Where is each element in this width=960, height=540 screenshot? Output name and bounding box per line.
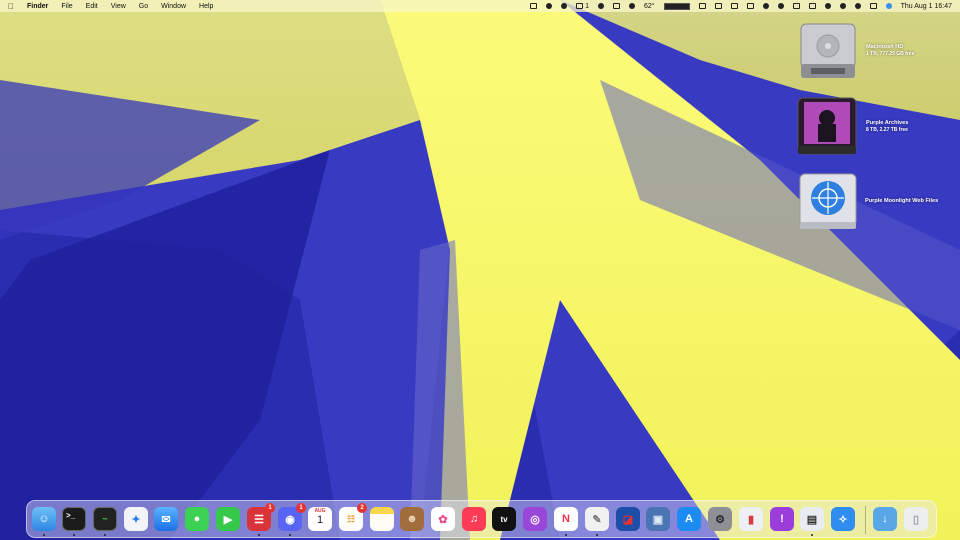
reminders-badge: 2 [357, 503, 367, 513]
half-moon-icon[interactable] [546, 3, 553, 9]
finder-running-dot [43, 534, 45, 536]
purple-archives-detail: 8 TB, 2.27 TB free [866, 127, 908, 133]
spotlight-search-icon[interactable] [854, 3, 861, 9]
podcasts-icon[interactable]: ◎ [523, 507, 547, 531]
control-center-icon[interactable] [869, 3, 877, 9]
macintosh-hd-detail: 1 TB, 777.29 GB free [866, 51, 915, 57]
chat-app-running-dot [258, 534, 260, 536]
preview-running-dot [811, 534, 813, 536]
calendar-icon[interactable]: AUG 1 [308, 507, 332, 531]
finder-icon[interactable]: ☺ [32, 507, 56, 531]
wallpaper-rays [0, 0, 960, 540]
menu-go[interactable]: Go [139, 3, 148, 10]
network-drive-icon [799, 173, 857, 229]
lock-status-icon[interactable] [613, 3, 621, 9]
apple-menu-icon[interactable]:  [8, 2, 14, 11]
news-running-dot [565, 534, 567, 536]
safari-web-app-icon[interactable]: ✧ [831, 507, 855, 531]
reminders-icon[interactable]: ☷ 2 [339, 503, 367, 531]
shortcut-status-icon[interactable] [730, 3, 738, 9]
bluetooth-icon[interactable] [777, 3, 784, 9]
safari-icon[interactable]: ✦ [124, 507, 148, 531]
discord-running-dot [289, 534, 291, 536]
calendar-day: 1 [316, 514, 324, 526]
coffee-icon[interactable] [598, 3, 605, 9]
macintosh-hd-item[interactable]: Macintosh HD 1 TB, 777.29 GB free [799, 20, 914, 80]
menu-view[interactable]: View [111, 3, 126, 10]
feedback-icon[interactable]: ! [770, 507, 794, 531]
mail-icon[interactable]: ✉ [154, 507, 178, 531]
window-count-icon [576, 3, 584, 9]
volume-icon[interactable] [762, 3, 769, 9]
facetime-icon[interactable]: ▶ [216, 507, 240, 531]
menu-file[interactable]: File [61, 3, 72, 10]
chat-app-badge: 1 [265, 503, 275, 513]
discord-badge: 1 [296, 503, 306, 513]
photos-icon[interactable]: ✿ [431, 507, 455, 531]
status-count-item[interactable]: 1 [576, 3, 589, 10]
script-editor-running-dot [596, 534, 598, 536]
trash-icon[interactable]: ▯ [904, 507, 928, 531]
contacts-icon[interactable]: ☻ [400, 507, 424, 531]
desktop-wallpaper [0, 0, 960, 540]
messages-icon[interactable]: ● [185, 507, 209, 531]
temperature-text[interactable]: 62° [644, 3, 655, 10]
notes-icon[interactable] [370, 507, 394, 531]
terminal-icon[interactable]: >_ [62, 507, 86, 531]
app-status-icon[interactable] [714, 3, 722, 9]
music-icon[interactable]: ♫ [462, 507, 486, 531]
menu-window[interactable]: Window [161, 3, 186, 10]
preview-icon[interactable]: ▤ [800, 507, 824, 531]
downloads-folder-icon[interactable]: ↓ [873, 507, 897, 531]
system-settings-icon[interactable]: ⚙ [708, 507, 732, 531]
menu-bar:  Finder File Edit View Go Window Help 1… [0, 0, 960, 12]
discord-icon[interactable]: ◉ 1 [278, 503, 306, 531]
menubar-clock[interactable]: Thu Aug 1 16:47 [901, 3, 952, 10]
purple-moonlight-label: Purple Moonlight Web Files [865, 198, 939, 204]
battery-status-icon[interactable] [698, 3, 706, 9]
weather-sun-icon[interactable] [629, 3, 636, 9]
siri-icon[interactable] [885, 3, 892, 9]
terminal-running-dot [73, 534, 75, 536]
screen-mirroring-icon[interactable] [530, 3, 538, 9]
purple-archives-label: Purple Archives [866, 120, 909, 126]
battery-icon[interactable] [808, 3, 816, 9]
activity-graph-icon[interactable] [663, 2, 690, 10]
script-editor-icon[interactable]: ✎ [585, 507, 609, 531]
virtualbox-icon[interactable]: ▣ [646, 507, 670, 531]
app-menu-finder[interactable]: Finder [27, 3, 48, 10]
menu-edit[interactable]: Edit [86, 3, 98, 10]
remote-desktop-icon[interactable]: ◪ [616, 507, 640, 531]
app-store-icon[interactable]: A [677, 507, 701, 531]
purple-moonlight-web-files-item[interactable]: Purple Moonlight Web Files [798, 172, 938, 232]
macintosh-hd-label: Macintosh HD [866, 44, 904, 50]
news-icon[interactable]: N [554, 507, 578, 531]
screen-icon[interactable] [792, 3, 800, 9]
wifi-icon[interactable] [839, 3, 846, 9]
menu-help[interactable]: Help [199, 3, 213, 10]
dock: ☺ >_ ~ ✦ ✉ ● ▶ ☰ 1 ◉ 1 AUG 1 ☷ 2 ☻ ✿ ♫ tv ◎… [26, 500, 937, 538]
hard-drive-icon [800, 23, 856, 78]
activity-monitor-icon[interactable]: ~ [93, 507, 117, 531]
activity-monitor-running-dot [104, 534, 106, 536]
keyboard-icon[interactable] [746, 3, 754, 9]
user-icon[interactable] [824, 3, 831, 9]
status-count-text: 1 [585, 2, 590, 10]
cloud-icon[interactable] [561, 3, 568, 9]
chat-app-icon[interactable]: ☰ 1 [247, 503, 275, 531]
dock-separator [865, 506, 866, 534]
purple-archives-item[interactable]: Purple Archives 8 TB, 2.27 TB free [796, 96, 908, 158]
external-drive-icon [797, 97, 857, 155]
tv-icon[interactable]: tv [492, 507, 516, 531]
iphone-mirroring-icon[interactable]: ▮ [739, 507, 763, 531]
